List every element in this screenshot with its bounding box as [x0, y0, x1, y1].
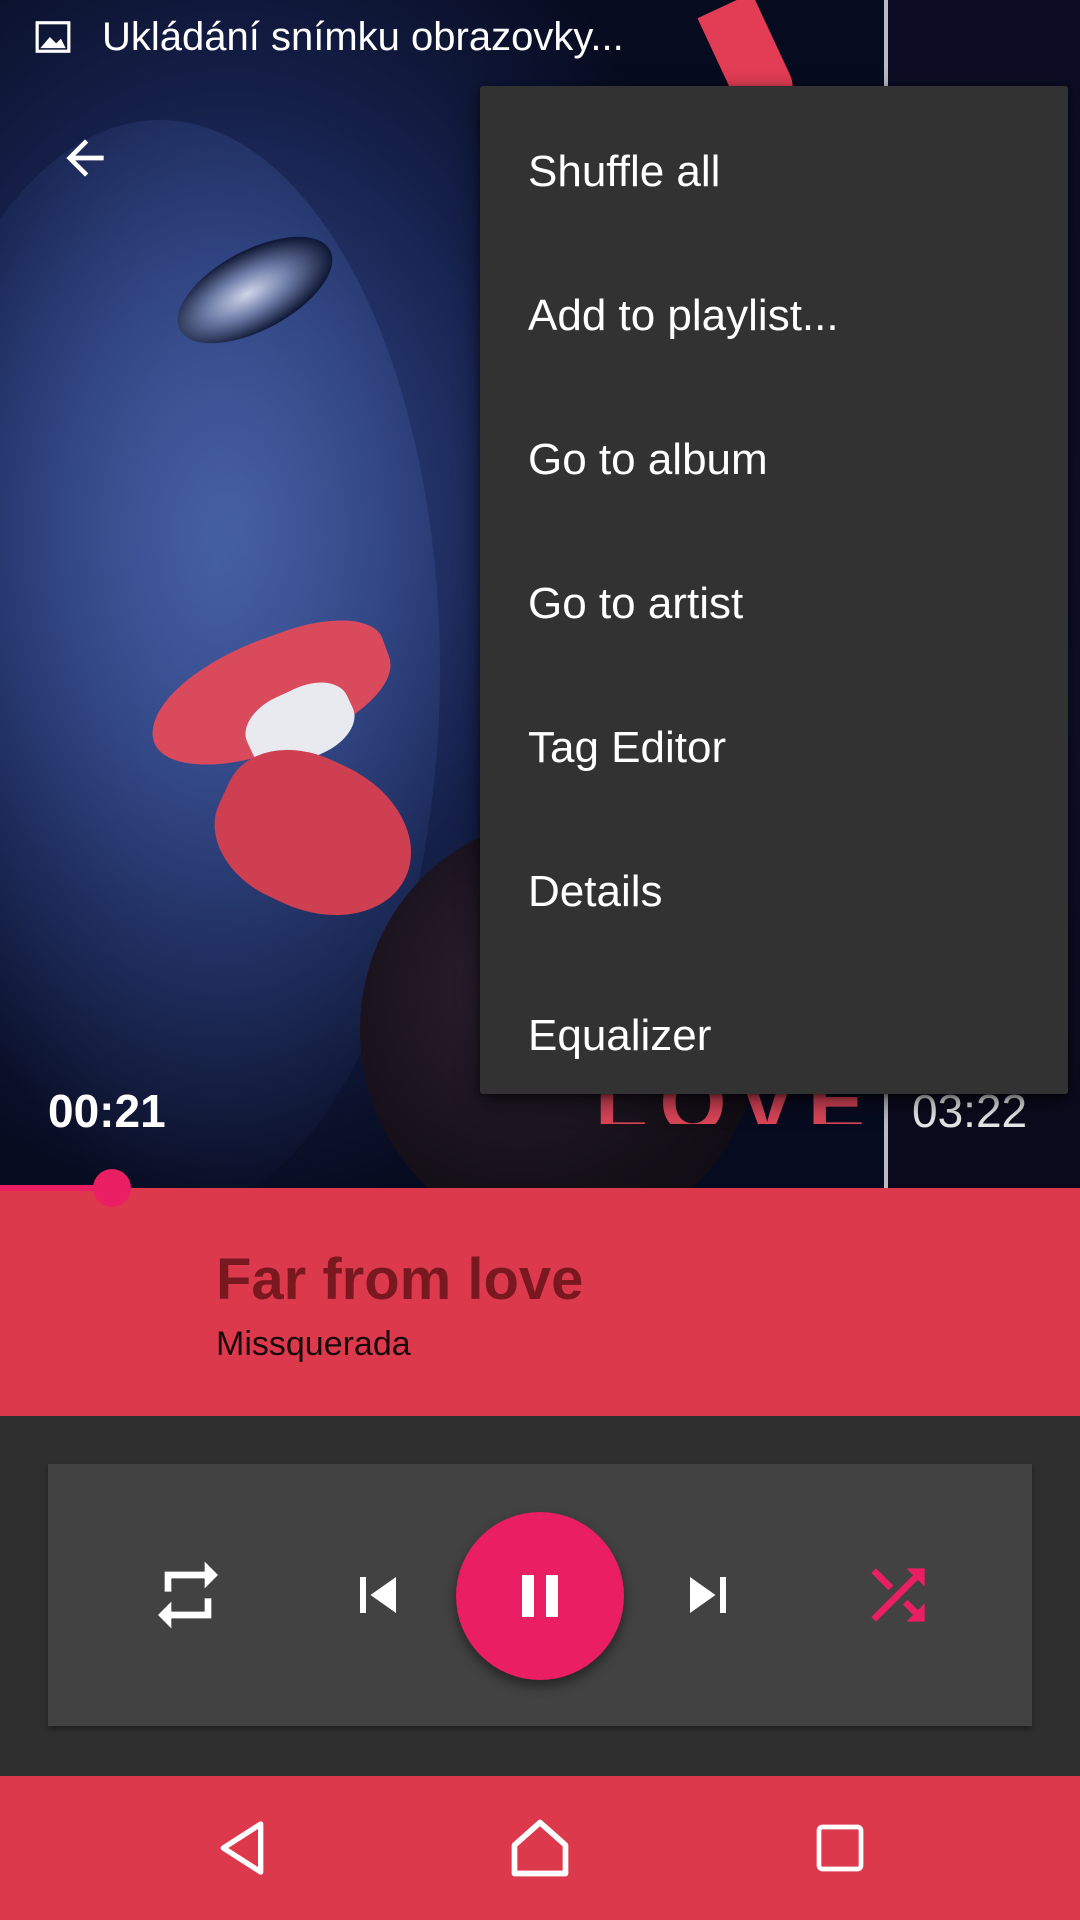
seek-bar[interactable]: [0, 1169, 1080, 1207]
back-button[interactable]: [40, 118, 130, 198]
shuffle-button[interactable]: [838, 1464, 958, 1726]
nav-recents-icon: [816, 1824, 864, 1872]
skip-previous-icon: [360, 1577, 396, 1613]
pause-icon: [522, 1575, 558, 1617]
menu-item-add-to-playlist[interactable]: Add to playlist...: [480, 244, 1068, 388]
nav-home-button[interactable]: [468, 1776, 612, 1920]
shuffle-icon: [871, 1568, 925, 1622]
nav-back-icon: [220, 1821, 264, 1875]
navigation-bar: [0, 1776, 1080, 1920]
nav-back-button[interactable]: [170, 1776, 314, 1920]
elapsed-time: 00:21: [48, 1085, 166, 1137]
arrow-back-icon: [66, 139, 104, 177]
playback-controls-area: [0, 1416, 1080, 1776]
menu-item-equalizer[interactable]: Equalizer: [480, 964, 1068, 1108]
repeat-icon: [158, 1561, 218, 1629]
status-notification-text: Ukládání snímku obrazovky...: [102, 15, 624, 59]
menu-item-shuffle-all[interactable]: Shuffle all: [480, 100, 1068, 244]
repeat-button[interactable]: [128, 1464, 248, 1726]
menu-item-go-to-artist[interactable]: Go to artist: [480, 532, 1068, 676]
status-bar: Ukládání snímku obrazovky...: [0, 0, 1080, 74]
previous-button[interactable]: [318, 1464, 438, 1726]
overflow-menu: Shuffle all Add to playlist... Go to alb…: [480, 86, 1068, 1094]
song-info-panel: Far from love Missquerada: [0, 1188, 1080, 1416]
song-artist: Missquerada: [216, 1325, 411, 1363]
menu-item-go-to-album[interactable]: Go to album: [480, 388, 1068, 532]
skip-next-icon: [690, 1577, 726, 1613]
playback-controls-card: [48, 1464, 1032, 1726]
nav-recents-button[interactable]: [768, 1776, 912, 1920]
menu-item-details[interactable]: Details: [480, 820, 1068, 964]
play-pause-button[interactable]: [456, 1512, 624, 1680]
next-button[interactable]: [648, 1464, 768, 1726]
nav-home-icon: [511, 1819, 569, 1877]
seek-bar-thumb[interactable]: [93, 1169, 131, 1207]
menu-item-tag-editor[interactable]: Tag Editor: [480, 676, 1068, 820]
now-playing-screen: LOVE Ukládání snímku obrazovky... 00:21 …: [0, 0, 1080, 1920]
song-title: Far from love: [216, 1247, 584, 1312]
image-icon: [35, 21, 71, 53]
